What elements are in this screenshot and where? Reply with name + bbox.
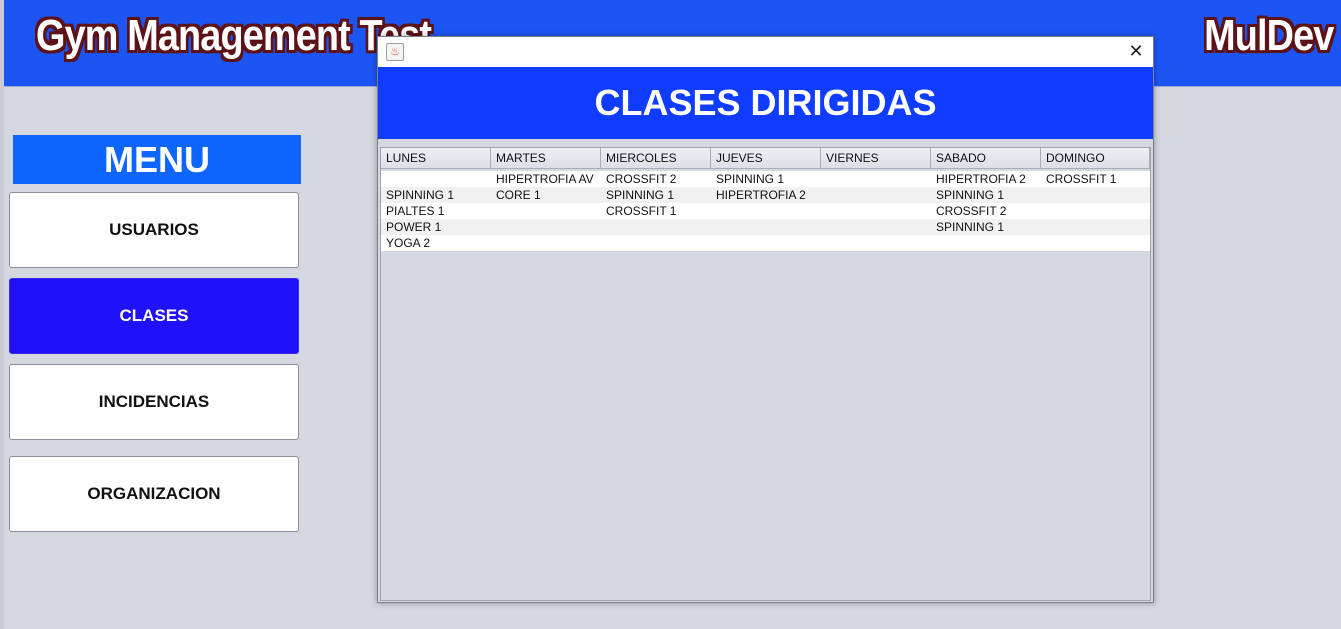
- close-button[interactable]: ✕: [1123, 39, 1149, 65]
- column-header-lunes[interactable]: LUNES: [381, 148, 491, 169]
- table-cell[interactable]: SPINNING 1: [931, 219, 1041, 235]
- table-cell[interactable]: PIALTES 1: [381, 203, 491, 219]
- table-cell[interactable]: HIPERTROFIA AV: [491, 171, 601, 187]
- table-cell[interactable]: [381, 171, 491, 187]
- table-cell[interactable]: HIPERTROFIA 2: [931, 171, 1041, 187]
- table-cell[interactable]: [711, 235, 821, 251]
- column-header-miercoles[interactable]: MIERCOLES: [601, 148, 711, 169]
- table-cell[interactable]: [821, 171, 931, 187]
- table-cell[interactable]: [711, 203, 821, 219]
- table-cell[interactable]: CROSSFIT 2: [601, 171, 711, 187]
- column-header-domingo[interactable]: DOMINGO: [1041, 148, 1150, 169]
- window-left-edge: [0, 0, 4, 629]
- table-cell[interactable]: [931, 235, 1041, 251]
- column-header-jueves[interactable]: JUEVES: [711, 148, 821, 169]
- app-title: Gym Management Test: [36, 11, 432, 60]
- table-cell[interactable]: CROSSFIT 2: [931, 203, 1041, 219]
- table-cell[interactable]: [491, 219, 601, 235]
- clases-button[interactable]: CLASES: [9, 278, 299, 354]
- table-cell[interactable]: HIPERTROFIA 2: [711, 187, 821, 203]
- table-cell[interactable]: [491, 235, 601, 251]
- table-cell[interactable]: CROSSFIT 1: [1041, 171, 1150, 187]
- table-row[interactable]: POWER 1 SPINNING 1: [381, 219, 1150, 235]
- column-header-martes[interactable]: MARTES: [491, 148, 601, 169]
- table-cell[interactable]: SPINNING 1: [381, 187, 491, 203]
- table-cell[interactable]: [821, 219, 931, 235]
- organizacion-button[interactable]: ORGANIZACION: [9, 456, 299, 532]
- incidencias-button[interactable]: INCIDENCIAS: [9, 364, 299, 440]
- organizacion-button-label: ORGANIZACION: [87, 484, 221, 503]
- table-cell[interactable]: [491, 203, 601, 219]
- close-icon: ✕: [1128, 41, 1144, 62]
- table-cell[interactable]: [1041, 219, 1150, 235]
- clases-button-label: CLASES: [119, 306, 189, 325]
- table-cell[interactable]: [1041, 203, 1150, 219]
- table-cell[interactable]: SPINNING 1: [931, 187, 1041, 203]
- menu-title: MENU: [13, 135, 301, 184]
- table-cell[interactable]: [821, 203, 931, 219]
- table-cell[interactable]: [1041, 187, 1150, 203]
- table-cell[interactable]: [1041, 235, 1150, 251]
- usuarios-button[interactable]: USUARIOS: [9, 192, 299, 268]
- table-cell[interactable]: [821, 235, 931, 251]
- dialog-heading: CLASES DIRIGIDAS: [378, 67, 1153, 139]
- table-cell[interactable]: [601, 219, 711, 235]
- dialog-titlebar[interactable]: ♨ ✕: [378, 37, 1153, 67]
- table-cell[interactable]: CROSSFIT 1: [601, 203, 711, 219]
- incidencias-button-label: INCIDENCIAS: [98, 392, 210, 411]
- table-body: HIPERTROFIA AV CROSSFIT 2 SPINNING 1 HIPERT…: [381, 171, 1150, 251]
- column-header-viernes[interactable]: VIERNES: [821, 148, 931, 169]
- usuarios-button-label: USUARIOS: [109, 220, 199, 239]
- table-cell[interactable]: SPINNING 1: [601, 187, 711, 203]
- table-cell[interactable]: [821, 187, 931, 203]
- table-header-row: LUNES MARTES MIERCOLES JUEVES VIERNES SABADO D…: [381, 148, 1150, 170]
- table-cell[interactable]: POWER 1: [381, 219, 491, 235]
- table-row[interactable]: HIPERTROFIA AV CROSSFIT 2 SPINNING 1 HIPERT…: [381, 171, 1150, 187]
- table-cell[interactable]: YOGA 2: [381, 235, 491, 251]
- table-cell[interactable]: [711, 219, 821, 235]
- table-cell[interactable]: CORE 1: [491, 187, 601, 203]
- table-cell[interactable]: [601, 235, 711, 251]
- column-header-sabado[interactable]: SABADO: [931, 148, 1041, 169]
- table-row[interactable]: PIALTES 1 CROSSFIT 1 CROSSFIT 2: [381, 203, 1150, 219]
- table-cell[interactable]: SPINNING 1: [711, 171, 821, 187]
- brand-logo-text: MulDev: [1203, 11, 1334, 60]
- schedule-table[interactable]: LUNES MARTES MIERCOLES JUEVES VIERNES SABADO D…: [380, 147, 1151, 601]
- clases-dirigidas-dialog: ♨ ✕ CLASES DIRIGIDAS LUNES MARTES MIERCOLE…: [377, 36, 1154, 603]
- table-row[interactable]: SPINNING 1 CORE 1 SPINNING 1 HIPERTROFIA 2S…: [381, 187, 1150, 203]
- java-icon: ♨: [386, 43, 404, 61]
- table-row[interactable]: YOGA 2: [381, 235, 1150, 251]
